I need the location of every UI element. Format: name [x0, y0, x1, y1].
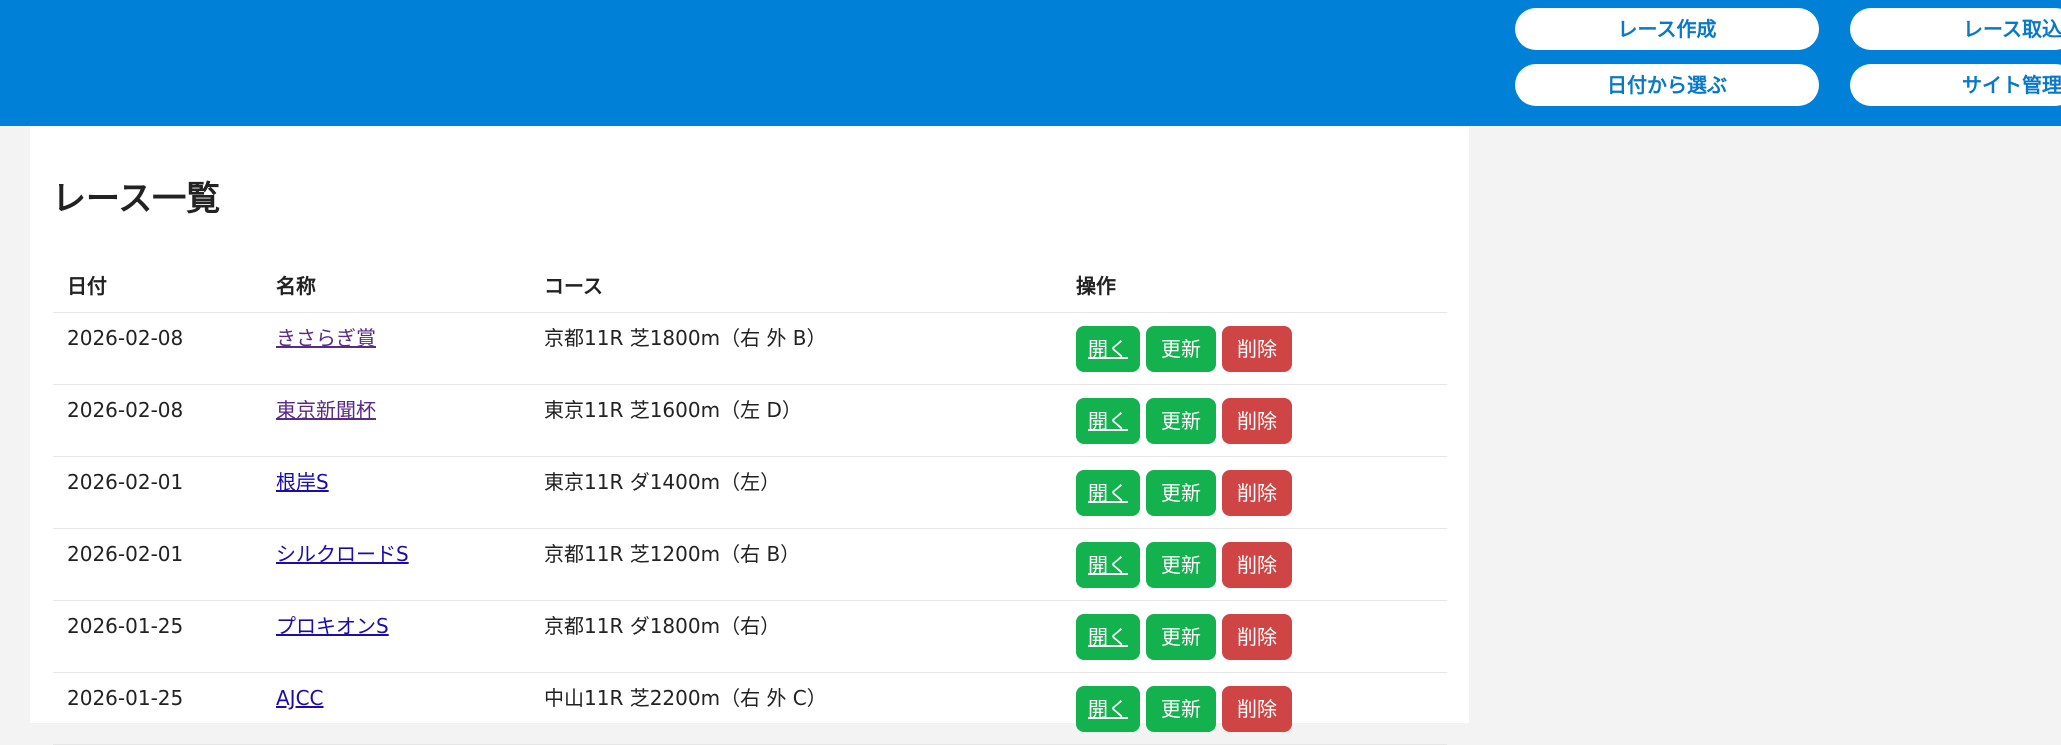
row-date: 2026-02-08 [67, 326, 184, 350]
row-course: 東京11R 芝1600m（左 D） [544, 398, 802, 422]
update-button[interactable]: 更新 [1146, 398, 1216, 444]
row-course: 中山11R 芝2200m（右 外 C） [544, 686, 827, 710]
row-course: 東京11R ダ1400m（左） [544, 470, 781, 494]
open-button[interactable]: 開く [1076, 398, 1140, 444]
update-button[interactable]: 更新 [1146, 686, 1216, 732]
race-name-link[interactable]: AJCC [276, 688, 324, 708]
race-name-link[interactable]: プロキオンS [276, 616, 389, 636]
table-row: 2026-02-08 きさらぎ賞 京都11R 芝1800m（右 外 B） 開く … [53, 313, 1447, 385]
update-button[interactable]: 更新 [1146, 326, 1216, 372]
update-button[interactable]: 更新 [1146, 614, 1216, 660]
table-row: 2026-01-25 プロキオンS 京都11R ダ1800m（右） 開く 更新 … [53, 601, 1447, 673]
race-name-link[interactable]: 東京新聞杯 [276, 400, 376, 420]
row-date: 2026-02-08 [67, 398, 184, 422]
delete-button[interactable]: 削除 [1222, 398, 1292, 444]
row-actions: 開く 更新 削除 [1076, 542, 1292, 588]
race-name-link[interactable]: 根岸S [276, 472, 329, 492]
row-date: 2026-01-25 [67, 614, 184, 638]
open-button[interactable]: 開く [1076, 470, 1140, 516]
main-panel: レース一覧 日付 名称 コース 操作 2026-02-08 きさらぎ賞 京都11… [30, 126, 1469, 745]
header-name: 名称 [276, 274, 316, 298]
race-table: 日付 名称 コース 操作 2026-02-08 きさらぎ賞 京都11R 芝180… [53, 264, 1447, 745]
pick-by-date-button[interactable]: 日付から選ぶ [1515, 64, 1819, 106]
site-admin-button[interactable]: サイト管理 [1850, 64, 2061, 106]
row-actions: 開く 更新 削除 [1076, 470, 1292, 516]
row-course: 京都11R 芝1200m（右 B） [544, 542, 801, 566]
update-button[interactable]: 更新 [1146, 542, 1216, 588]
update-button[interactable]: 更新 [1146, 470, 1216, 516]
table-row: 2026-02-08 東京新聞杯 東京11R 芝1600m（左 D） 開く 更新… [53, 385, 1447, 457]
table-row: 2026-02-01 シルクロードS 京都11R 芝1200m（右 B） 開く … [53, 529, 1447, 601]
top-header: レース作成 レース取込 日付から選ぶ サイト管理 [0, 0, 2061, 126]
row-date: 2026-02-01 [67, 470, 184, 494]
delete-button[interactable]: 削除 [1222, 470, 1292, 516]
open-button[interactable]: 開く [1076, 614, 1140, 660]
header-ops: 操作 [1076, 274, 1116, 298]
table-row: 2026-01-25 AJCC 中山11R 芝2200m（右 外 C） 開く 更… [53, 673, 1447, 745]
delete-button[interactable]: 削除 [1222, 614, 1292, 660]
create-race-button[interactable]: レース作成 [1515, 8, 1819, 50]
open-button[interactable]: 開く [1076, 326, 1140, 372]
race-name-link[interactable]: きさらぎ賞 [276, 328, 376, 348]
open-button[interactable]: 開く [1076, 686, 1140, 732]
row-date: 2026-01-25 [67, 686, 184, 710]
delete-button[interactable]: 削除 [1222, 542, 1292, 588]
table-row: 2026-02-01 根岸S 東京11R ダ1400m（左） 開く 更新 削除 [53, 457, 1447, 529]
table-header: 日付 名称 コース 操作 [53, 264, 1447, 313]
row-actions: 開く 更新 削除 [1076, 614, 1292, 660]
row-actions: 開く 更新 削除 [1076, 326, 1292, 372]
page-title: レース一覧 [52, 179, 221, 219]
row-actions: 開く 更新 削除 [1076, 398, 1292, 444]
header-date: 日付 [67, 274, 107, 298]
delete-button[interactable]: 削除 [1222, 686, 1292, 732]
header-course: コース [544, 274, 603, 298]
row-course: 京都11R 芝1800m（右 外 B） [544, 326, 827, 350]
open-button[interactable]: 開く [1076, 542, 1140, 588]
delete-button[interactable]: 削除 [1222, 326, 1292, 372]
row-course: 京都11R ダ1800m（右） [544, 614, 781, 638]
import-race-button[interactable]: レース取込 [1850, 8, 2061, 50]
row-actions: 開く 更新 削除 [1076, 686, 1292, 732]
row-date: 2026-02-01 [67, 542, 184, 566]
race-name-link[interactable]: シルクロードS [276, 544, 409, 564]
